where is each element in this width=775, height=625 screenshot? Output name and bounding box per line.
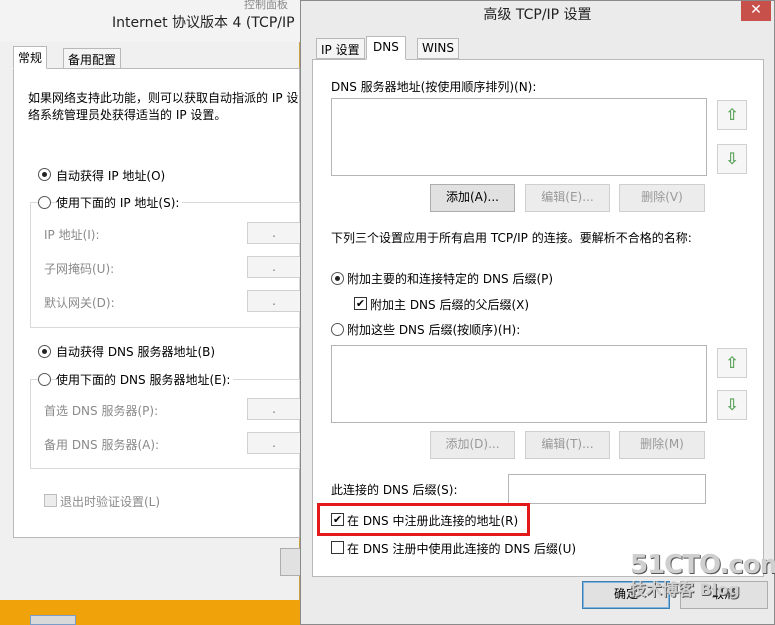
use-suffix-register-label: 在 DNS 注册中使用此连接的 DNS 后缀(U) xyxy=(347,542,577,556)
edit-suffix-button[interactable]: 编辑(T)... xyxy=(525,431,610,459)
gateway-field[interactable]: . xyxy=(247,290,301,312)
bg-titlebar: 控制面板 Internet 协议版本 4 (TCP/IP xyxy=(0,0,300,42)
dns-servers-label: DNS 服务器地址(按使用顺序排列)(N): xyxy=(331,80,537,94)
auto-dns-radio[interactable] xyxy=(38,345,51,358)
suffix-move-down-icon[interactable]: ⇩ xyxy=(717,390,747,420)
dialog-titlebar: 高级 TCP/IP 设置 ✕ xyxy=(301,1,774,25)
append-primary-label: 附加主要的和连接特定的 DNS 后缀(P) xyxy=(347,272,554,286)
add-suffix-button[interactable]: 添加(D)... xyxy=(430,431,515,459)
use-dns-label: 使用下面的 DNS 服务器地址(E): xyxy=(56,371,234,388)
subnet-mask-field[interactable]: . xyxy=(247,256,301,278)
ip-address-label: IP 地址(I): xyxy=(44,228,100,242)
delete-dns-server-button[interactable]: 删除(V) xyxy=(619,184,705,212)
alternate-dns-field[interactable]: . xyxy=(247,432,301,454)
tab-general[interactable]: 常规 xyxy=(13,46,48,69)
use-ip-radio[interactable] xyxy=(38,196,51,209)
auto-ip-radio[interactable] xyxy=(38,168,51,181)
taskbar-fragment: 控制面板 xyxy=(244,0,288,11)
tab-dns[interactable]: DNS xyxy=(366,36,406,60)
append-parent-label: 附加主 DNS 后缀的父后缀(X) xyxy=(370,298,530,312)
append-these-label: 附加这些 DNS 后缀(按顺序)(H): xyxy=(347,323,521,337)
preferred-dns-label: 首选 DNS 服务器(P): xyxy=(44,404,159,418)
edit-dns-server-button[interactable]: 编辑(E)... xyxy=(525,184,610,212)
ip-address-field[interactable]: . xyxy=(247,222,301,244)
use-dns-radio[interactable] xyxy=(38,373,51,386)
alternate-dns-label: 备用 DNS 服务器(A): xyxy=(44,438,160,452)
delete-suffix-button[interactable]: 删除(M) xyxy=(619,431,705,459)
bg-window-title: Internet 协议版本 4 (TCP/IP xyxy=(112,15,295,31)
auto-dns-label: 自动获得 DNS 服务器地址(B) xyxy=(56,345,216,359)
close-icon[interactable]: ✕ xyxy=(741,1,771,21)
dns-suffix-list[interactable] xyxy=(331,345,707,423)
use-ip-label: 使用下面的 IP 地址(S): xyxy=(56,194,183,211)
validate-checkbox[interactable] xyxy=(44,494,57,507)
add-dns-server-button[interactable]: 添加(A)... xyxy=(430,184,515,212)
tab-wins[interactable]: WINS xyxy=(417,38,459,59)
append-these-radio[interactable] xyxy=(331,323,344,336)
validate-label: 退出时验证设置(L) xyxy=(60,495,161,509)
taskbar-item[interactable] xyxy=(30,615,76,625)
auto-ip-label: 自动获得 IP 地址(O) xyxy=(56,169,166,183)
bg-desc-line1: 如果网络支持此功能，则可以获取自动指派的 IP 设 xyxy=(28,91,299,105)
use-suffix-register-checkbox[interactable] xyxy=(331,541,344,554)
subnet-mask-label: 子网掩码(U): xyxy=(44,262,115,276)
bg-desc-line2: 络系统管理员处获得适当的 IP 设置。 xyxy=(28,108,227,122)
red-highlight-box xyxy=(317,503,530,536)
advanced-tcpip-dialog: 高级 TCP/IP 设置 ✕ IP 设置 DNS WINS DNS 服务器地址(… xyxy=(300,0,775,625)
gateway-label: 默认网关(D): xyxy=(44,296,115,310)
tab-alternate-config[interactable]: 备用配置 xyxy=(63,48,122,69)
tab-ip-settings[interactable]: IP 设置 xyxy=(316,38,365,59)
connection-suffix-input[interactable] xyxy=(508,474,706,504)
move-down-icon[interactable]: ⇩ xyxy=(717,144,747,174)
suffix-move-up-icon[interactable]: ⇧ xyxy=(717,348,747,378)
ipv4-properties-window: 控制面板 Internet 协议版本 4 (TCP/IP 常规 备用配置 如果网… xyxy=(0,0,301,600)
connection-suffix-label: 此连接的 DNS 后缀(S): xyxy=(331,483,458,497)
dns-servers-list[interactable] xyxy=(331,98,707,176)
dns-group xyxy=(30,379,300,469)
bg-ok-button[interactable] xyxy=(280,548,300,576)
watermark: 51CTO.com 技术博客 Blog xyxy=(630,550,775,600)
append-parent-checkbox[interactable]: ✔ xyxy=(354,297,367,310)
dialog-title: 高级 TCP/IP 设置 xyxy=(483,7,592,23)
append-primary-radio[interactable] xyxy=(331,272,344,285)
preferred-dns-field[interactable]: . xyxy=(247,398,301,420)
suffix-description: 下列三个设置应用于所有启用 TCP/IP 的连接。要解析不合格的名称: xyxy=(331,231,692,245)
dns-panel: DNS 服务器地址(按使用顺序排列)(N): ⇧ ⇩ 添加(A)... 编辑(E… xyxy=(312,59,764,577)
move-up-icon[interactable]: ⇧ xyxy=(717,100,747,130)
